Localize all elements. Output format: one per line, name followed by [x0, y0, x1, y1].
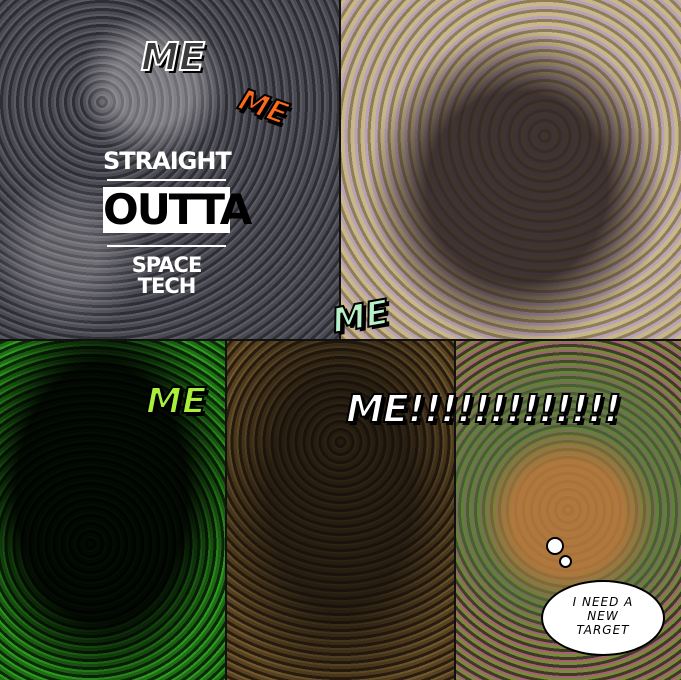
- me-label-top: ME: [140, 35, 206, 79]
- thought-line-2: NEW: [587, 609, 619, 623]
- logo-rule-bottom: [107, 245, 226, 247]
- straight-outta-logo: STRAIGHT OUTTA SPACE TECH: [103, 145, 252, 297]
- thought-bubble-text: I NEED A NEW TARGET: [543, 595, 663, 637]
- me-label-center: ME: [328, 291, 393, 342]
- meme-collage: STRAIGHT OUTTA SPACE TECH ME ME ME ME ME…: [0, 0, 681, 680]
- me-label-shout: ME!!!!!!!!!!!!!: [345, 387, 622, 431]
- divider-top-vertical: [339, 0, 341, 340]
- thought-dot-small: [559, 555, 572, 568]
- divider-bottom-left: [225, 340, 227, 680]
- thought-dot-large: [546, 537, 564, 555]
- logo-line-1: STRAIGHT: [103, 147, 232, 175]
- logo-line-2: OUTTA: [103, 185, 252, 234]
- panel-man-headphones-psychedelic: [340, 0, 681, 340]
- logo-rule-top: [107, 179, 226, 181]
- thought-bubble: I NEED A NEW TARGET: [541, 580, 665, 656]
- thought-line-3: TARGET: [576, 623, 630, 637]
- me-label-green: ME: [145, 381, 207, 422]
- logo-line-3: SPACE TECH: [131, 253, 203, 298]
- thought-line-1: I NEED A: [572, 595, 634, 609]
